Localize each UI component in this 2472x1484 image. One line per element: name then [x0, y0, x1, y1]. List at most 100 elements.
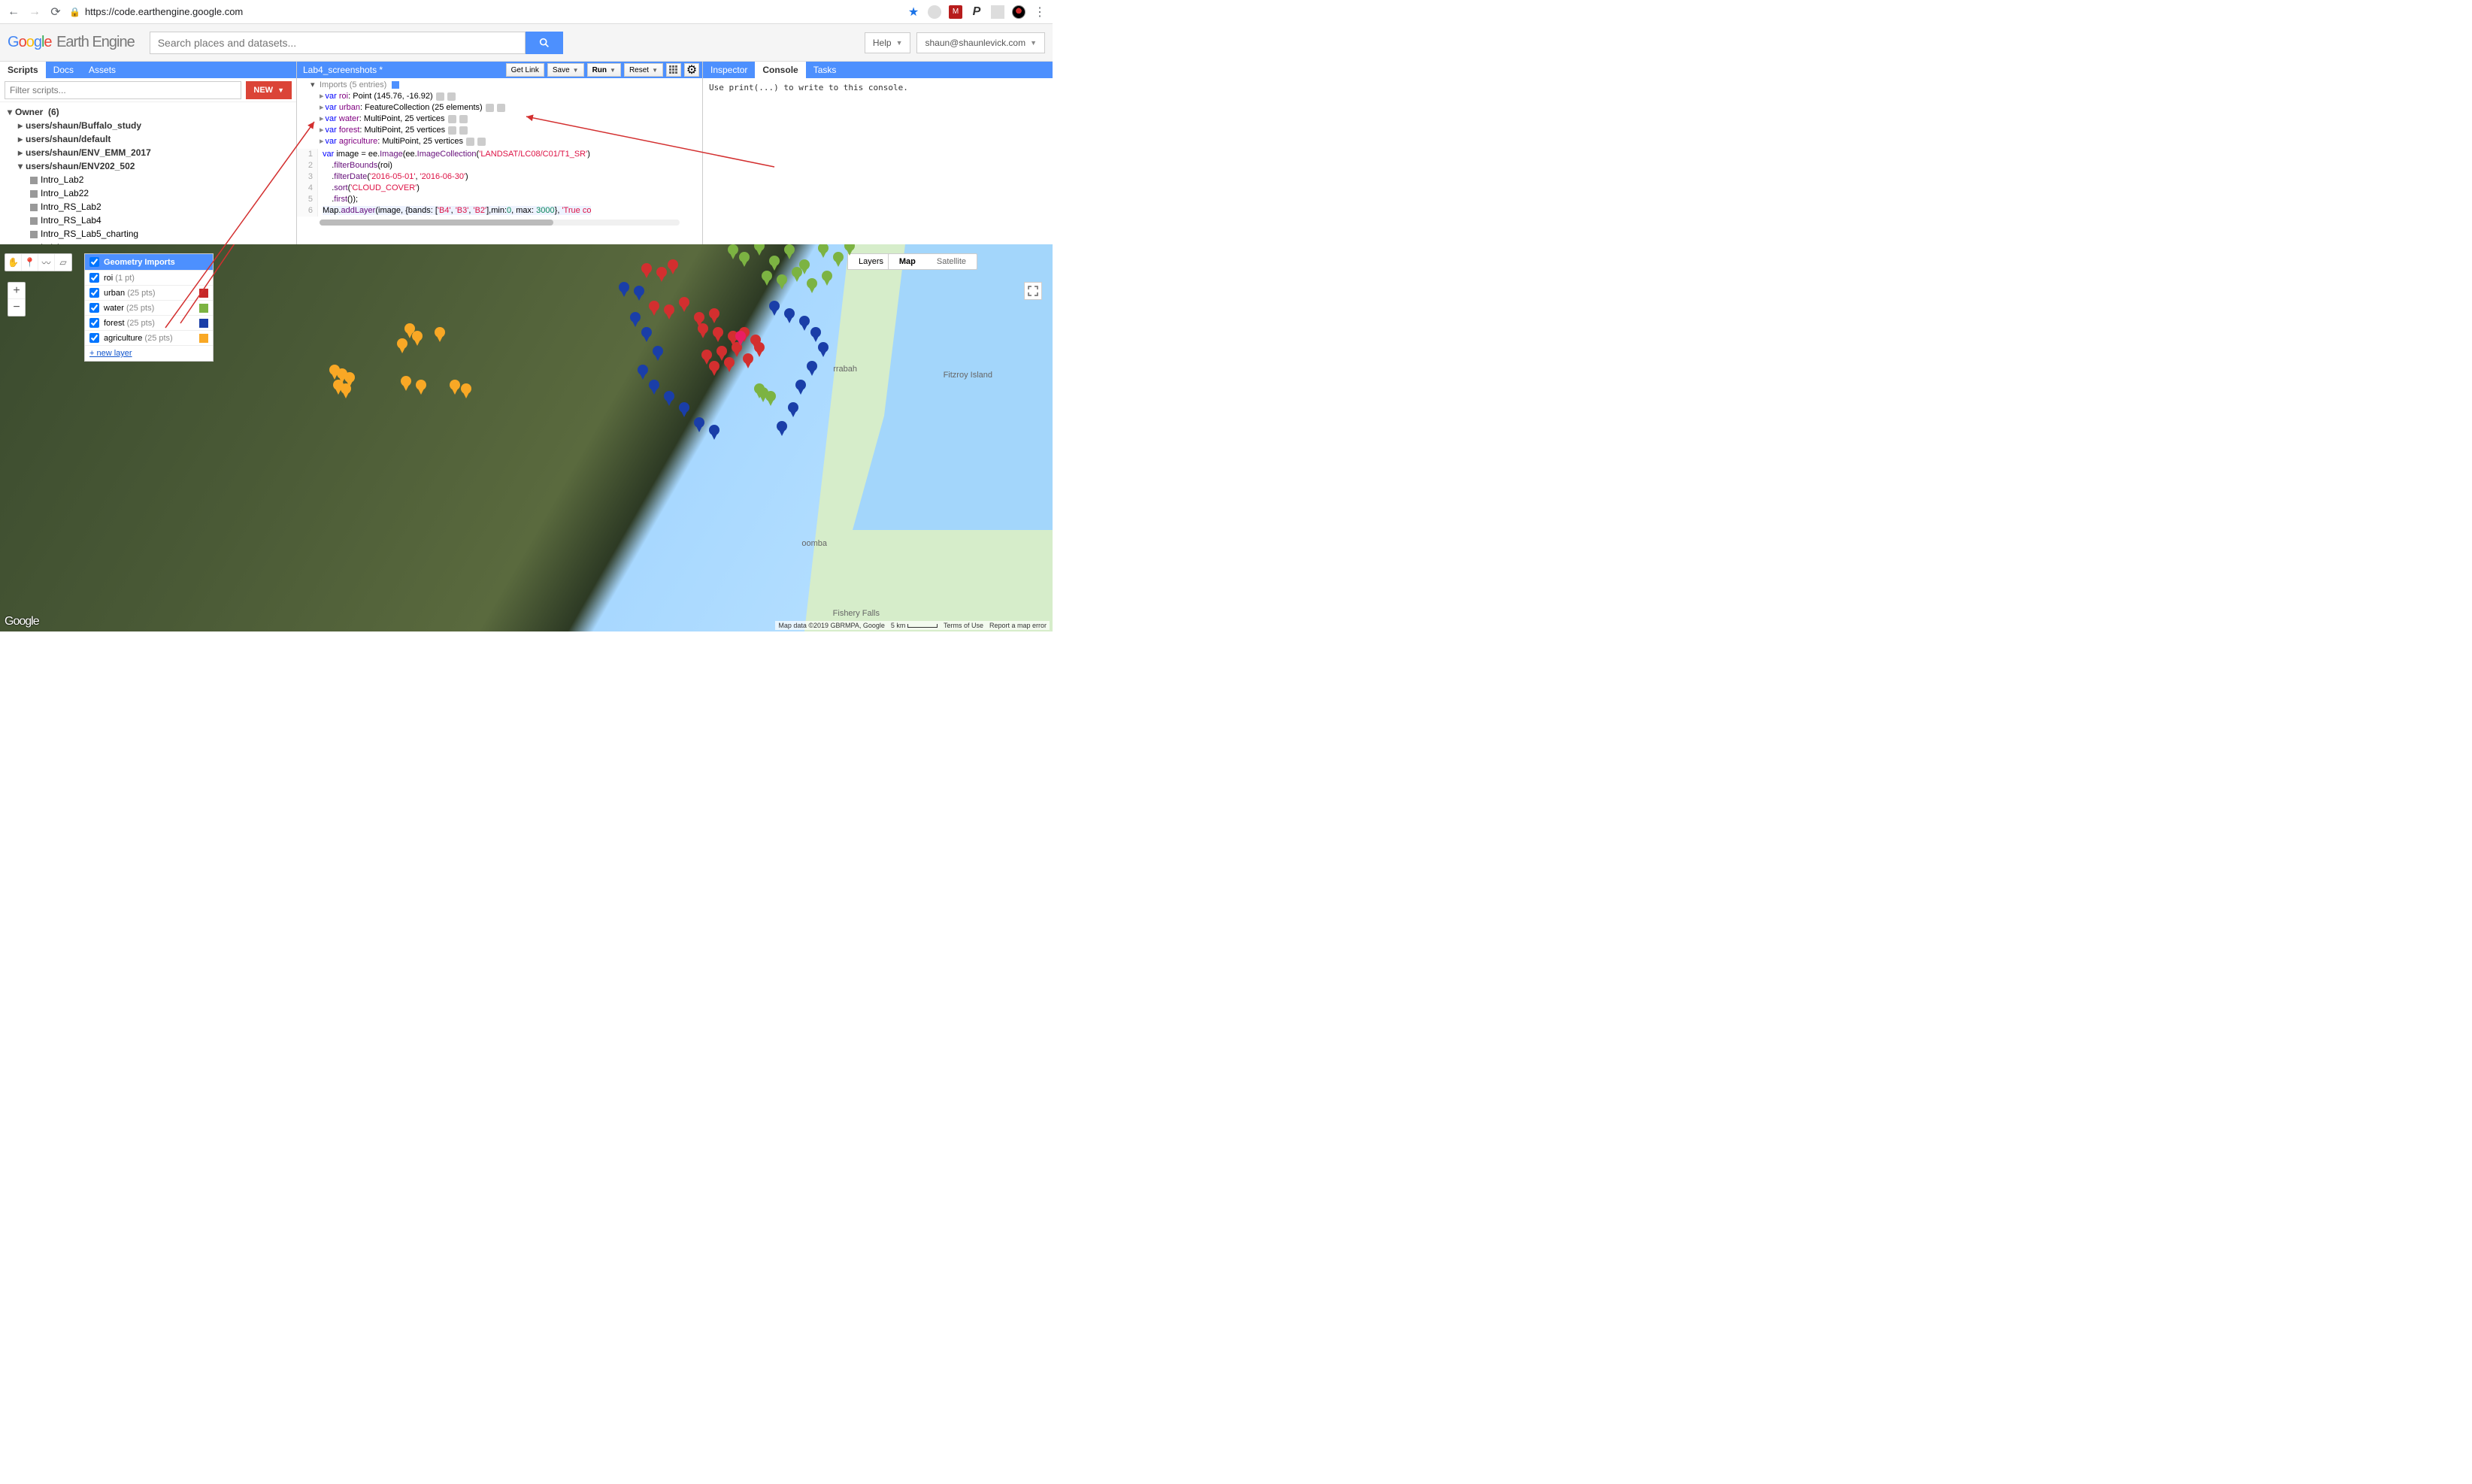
map-pin-yellow[interactable]: [412, 331, 423, 346]
tab-docs[interactable]: Docs: [46, 62, 81, 78]
map-canvas[interactable]: rrabah Fitzroy Island oomba Fishery Fall…: [0, 244, 1053, 631]
map-pin-blue[interactable]: [777, 421, 787, 436]
map-pin-red[interactable]: [656, 267, 667, 282]
back-button[interactable]: ←: [6, 5, 21, 20]
map-pin-red[interactable]: [709, 361, 719, 376]
gear-icon[interactable]: [448, 126, 456, 135]
map-pin-blue[interactable]: [649, 380, 659, 395]
account-button[interactable]: shaun@shaunlevick.com▼: [916, 32, 1045, 53]
gear-icon[interactable]: [459, 115, 468, 123]
map-pin-blue[interactable]: [818, 342, 829, 357]
map-pin-green[interactable]: [833, 252, 844, 267]
horizontal-scrollbar[interactable]: [320, 220, 680, 226]
map-pin-blue[interactable]: [653, 346, 663, 361]
extension-icon-1[interactable]: [928, 5, 941, 19]
map-pin-yellow[interactable]: [416, 380, 426, 395]
map-pin-green[interactable]: [769, 256, 780, 271]
apps-grid-button[interactable]: [666, 63, 681, 77]
map-pin-yellow[interactable]: [397, 338, 407, 353]
code-editor[interactable]: ▾ Imports (5 entries) ▸var roi: Point (1…: [297, 78, 702, 244]
report-error-link[interactable]: Report a map error: [989, 622, 1047, 629]
gear-icon[interactable]: [447, 92, 456, 101]
geom-layer-forest[interactable]: forest (25 pts): [85, 315, 213, 330]
gear-icon[interactable]: [497, 104, 505, 112]
map-pin-green[interactable]: [728, 244, 738, 259]
imports-toggle-icon[interactable]: [392, 81, 399, 89]
map-pin-red[interactable]: [743, 353, 753, 368]
map-pin-green[interactable]: [822, 271, 832, 286]
map-pin-yellow[interactable]: [341, 383, 351, 398]
line-tool[interactable]: 〰: [38, 254, 55, 271]
gear-icon[interactable]: [486, 104, 494, 112]
map-pin-yellow[interactable]: [450, 380, 460, 395]
search-button[interactable]: [526, 32, 563, 54]
map-pin-blue[interactable]: [634, 286, 644, 301]
map-type-satellite[interactable]: Satellite: [926, 254, 977, 269]
tab-inspector[interactable]: Inspector: [703, 62, 755, 78]
geom-toggle-all[interactable]: [89, 257, 99, 267]
map-pin-blue[interactable]: [788, 402, 798, 417]
help-button[interactable]: Help▼: [865, 32, 911, 53]
map-pin-blue[interactable]: [630, 312, 641, 327]
geom-layer-water[interactable]: water (25 pts): [85, 300, 213, 315]
map-pin-red[interactable]: [668, 259, 678, 274]
tab-assets[interactable]: Assets: [81, 62, 123, 78]
map-pin-yellow[interactable]: [401, 376, 411, 391]
search-input[interactable]: [150, 32, 526, 54]
map-pin-blue[interactable]: [799, 316, 810, 331]
map-pin-blue[interactable]: [619, 282, 629, 297]
map-pin-red[interactable]: [641, 263, 652, 278]
geom-layer-roi[interactable]: roi (1 pt): [85, 270, 213, 285]
extension-p-icon[interactable]: P: [970, 5, 983, 19]
map-pin-green[interactable]: [739, 252, 750, 267]
map-pin-red[interactable]: [679, 297, 689, 312]
fullscreen-button[interactable]: [1024, 282, 1042, 300]
map-pin-green[interactable]: [818, 244, 829, 258]
map-pin-red[interactable]: [698, 323, 708, 338]
map-pin-blue[interactable]: [784, 308, 795, 323]
map-pin-red[interactable]: [709, 308, 719, 323]
map-pin-green[interactable]: [784, 244, 795, 259]
map-pin-magenta[interactable]: [735, 331, 746, 346]
map-pin-blue[interactable]: [709, 425, 719, 440]
map-pin-green[interactable]: [792, 267, 802, 282]
address-bar[interactable]: https://code.earthengine.google.com: [85, 6, 907, 17]
map-pin-yellow[interactable]: [461, 383, 471, 398]
map-pin-green[interactable]: [765, 391, 776, 406]
zoom-in-button[interactable]: +: [8, 283, 25, 299]
geom-layer-agriculture[interactable]: agriculture (25 pts): [85, 330, 213, 345]
map-pin-blue[interactable]: [807, 361, 817, 376]
map-type-map[interactable]: Map: [889, 254, 926, 269]
gear-icon[interactable]: [477, 138, 486, 146]
save-button[interactable]: Save▼: [547, 63, 584, 77]
map-pin-blue[interactable]: [664, 391, 674, 406]
tab-scripts[interactable]: Scripts: [0, 62, 46, 78]
run-button[interactable]: Run▼: [587, 63, 621, 77]
profile-avatar[interactable]: [1012, 5, 1025, 19]
map-pin-blue[interactable]: [638, 365, 648, 380]
map-pin-blue[interactable]: [795, 380, 806, 395]
polygon-tool[interactable]: ▱: [55, 254, 71, 271]
reset-button[interactable]: Reset▼: [624, 63, 663, 77]
map-pin-green[interactable]: [754, 244, 765, 256]
map-pin-green[interactable]: [777, 274, 787, 289]
map-pin-blue[interactable]: [641, 327, 652, 342]
settings-button[interactable]: ⚙: [684, 63, 699, 77]
pan-tool[interactable]: ✋: [5, 254, 22, 271]
tab-tasks[interactable]: Tasks: [806, 62, 844, 78]
mendeley-icon[interactable]: M: [949, 5, 962, 19]
new-layer-link[interactable]: + new layer: [85, 345, 213, 361]
terms-link[interactable]: Terms of Use: [944, 622, 983, 629]
map-pin-green[interactable]: [844, 244, 855, 256]
geom-layer-urban[interactable]: urban (25 pts): [85, 285, 213, 300]
map-pin-red[interactable]: [664, 304, 674, 320]
zoom-out-button[interactable]: −: [8, 299, 25, 316]
new-script-button[interactable]: NEW▼: [246, 81, 292, 99]
map-pin-green[interactable]: [754, 383, 765, 398]
forward-button[interactable]: →: [27, 5, 42, 20]
map-pin-red[interactable]: [713, 327, 723, 342]
map-pin-green[interactable]: [762, 271, 772, 286]
filter-scripts-input[interactable]: [5, 81, 241, 99]
reload-button[interactable]: ⟳: [48, 5, 63, 20]
map-pin-red[interactable]: [724, 357, 735, 372]
